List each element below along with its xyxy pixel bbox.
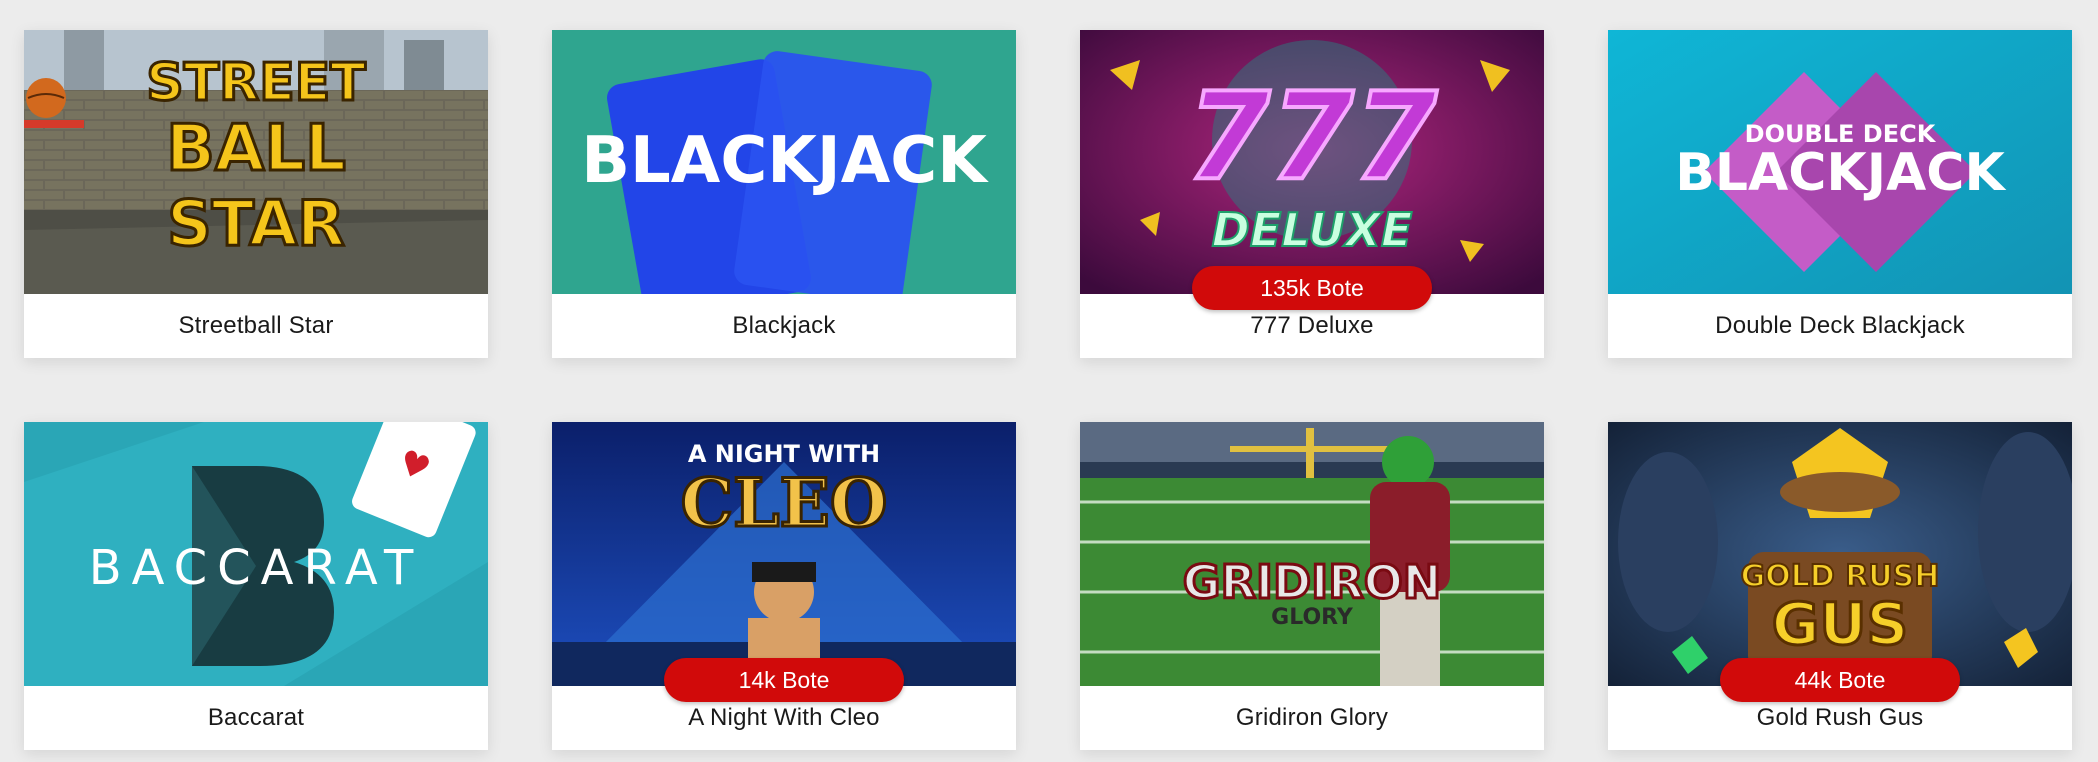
- game-card-blackjack[interactable]: BLACKJACK Blackjack: [552, 30, 1016, 358]
- game-title[interactable]: Baccarat: [24, 686, 488, 750]
- game-card-a-night-with-cleo[interactable]: A NIGHT WITH CLEO 14k Bote A Night With …: [552, 422, 1016, 750]
- game-thumbnail[interactable]: 777 DELUXE: [1080, 30, 1544, 294]
- game-card-gridiron-glory[interactable]: GRIDIRON GLORY Gridiron Glory: [1080, 422, 1544, 750]
- game-thumbnail[interactable]: A NIGHT WITH CLEO: [552, 422, 1016, 686]
- game-thumbnail[interactable]: DOUBLE DECK BLACKJACK: [1608, 30, 2072, 294]
- gridiron-glory-art: GRIDIRON GLORY: [1080, 422, 1544, 686]
- 777-deluxe-art: 777 DELUXE: [1080, 30, 1544, 294]
- art-text-line: BACCARAT: [89, 540, 424, 596]
- game-card-baccarat[interactable]: ♥ BACCARAT Baccarat: [24, 422, 488, 750]
- game-title[interactable]: Gridiron Glory: [1080, 686, 1544, 750]
- art-text-line: BALL: [166, 112, 346, 186]
- game-card-777-deluxe[interactable]: 777 DELUXE 135k Bote 777 Deluxe: [1080, 30, 1544, 358]
- baccarat-art: ♥ BACCARAT: [24, 422, 488, 686]
- art-text-line: 777: [1187, 68, 1438, 207]
- game-thumbnail[interactable]: GRIDIRON GLORY: [1080, 422, 1544, 686]
- game-title[interactable]: Streetball Star: [24, 294, 488, 358]
- art-text-line: BLACKJACK: [581, 124, 989, 198]
- blackjack-art: BLACKJACK: [552, 30, 1016, 294]
- jackpot-badge: 135k Bote: [1192, 266, 1432, 310]
- a-night-with-cleo-art: A NIGHT WITH CLEO: [552, 422, 1016, 686]
- art-text-line: GUS: [1772, 590, 1908, 658]
- streetball-star-art: STREET BALL STAR: [24, 30, 488, 294]
- art-text-line: STAR: [167, 187, 345, 260]
- game-title[interactable]: Blackjack: [552, 294, 1016, 358]
- game-thumbnail[interactable]: BLACKJACK: [552, 30, 1016, 294]
- game-card-streetball-star[interactable]: STREET BALL STAR Streetball Star: [24, 30, 488, 358]
- gold-rush-gus-art: GOLD RUSH GUS: [1608, 422, 2072, 686]
- game-card-gold-rush-gus[interactable]: GOLD RUSH GUS 44k Bote Gold Rush Gus: [1608, 422, 2072, 750]
- game-thumbnail[interactable]: GOLD RUSH GUS: [1608, 422, 2072, 686]
- art-text-line: GRIDIRON: [1183, 555, 1442, 609]
- game-grid: STREET BALL STAR Streetball Star BLACKJA…: [0, 0, 2098, 762]
- art-text-line: BLACKJACK: [1675, 143, 2006, 203]
- art-text-line: GOLD RUSH: [1741, 559, 1940, 594]
- game-thumbnail[interactable]: STREET BALL STAR: [24, 30, 488, 294]
- art-text-line: STREET: [146, 53, 366, 113]
- art-text-line: CLEO: [681, 464, 888, 542]
- jackpot-badge: 44k Bote: [1720, 658, 1960, 702]
- game-thumbnail[interactable]: ♥ BACCARAT: [24, 422, 488, 686]
- game-card-double-deck-blackjack[interactable]: DOUBLE DECK BLACKJACK Double Deck Blackj…: [1608, 30, 2072, 358]
- jackpot-badge: 14k Bote: [664, 658, 904, 702]
- double-deck-blackjack-art: DOUBLE DECK BLACKJACK: [1608, 30, 2072, 294]
- art-text-line: DELUXE: [1212, 203, 1413, 257]
- art-text-line: GLORY: [1271, 605, 1354, 630]
- game-title[interactable]: Double Deck Blackjack: [1608, 294, 2072, 358]
